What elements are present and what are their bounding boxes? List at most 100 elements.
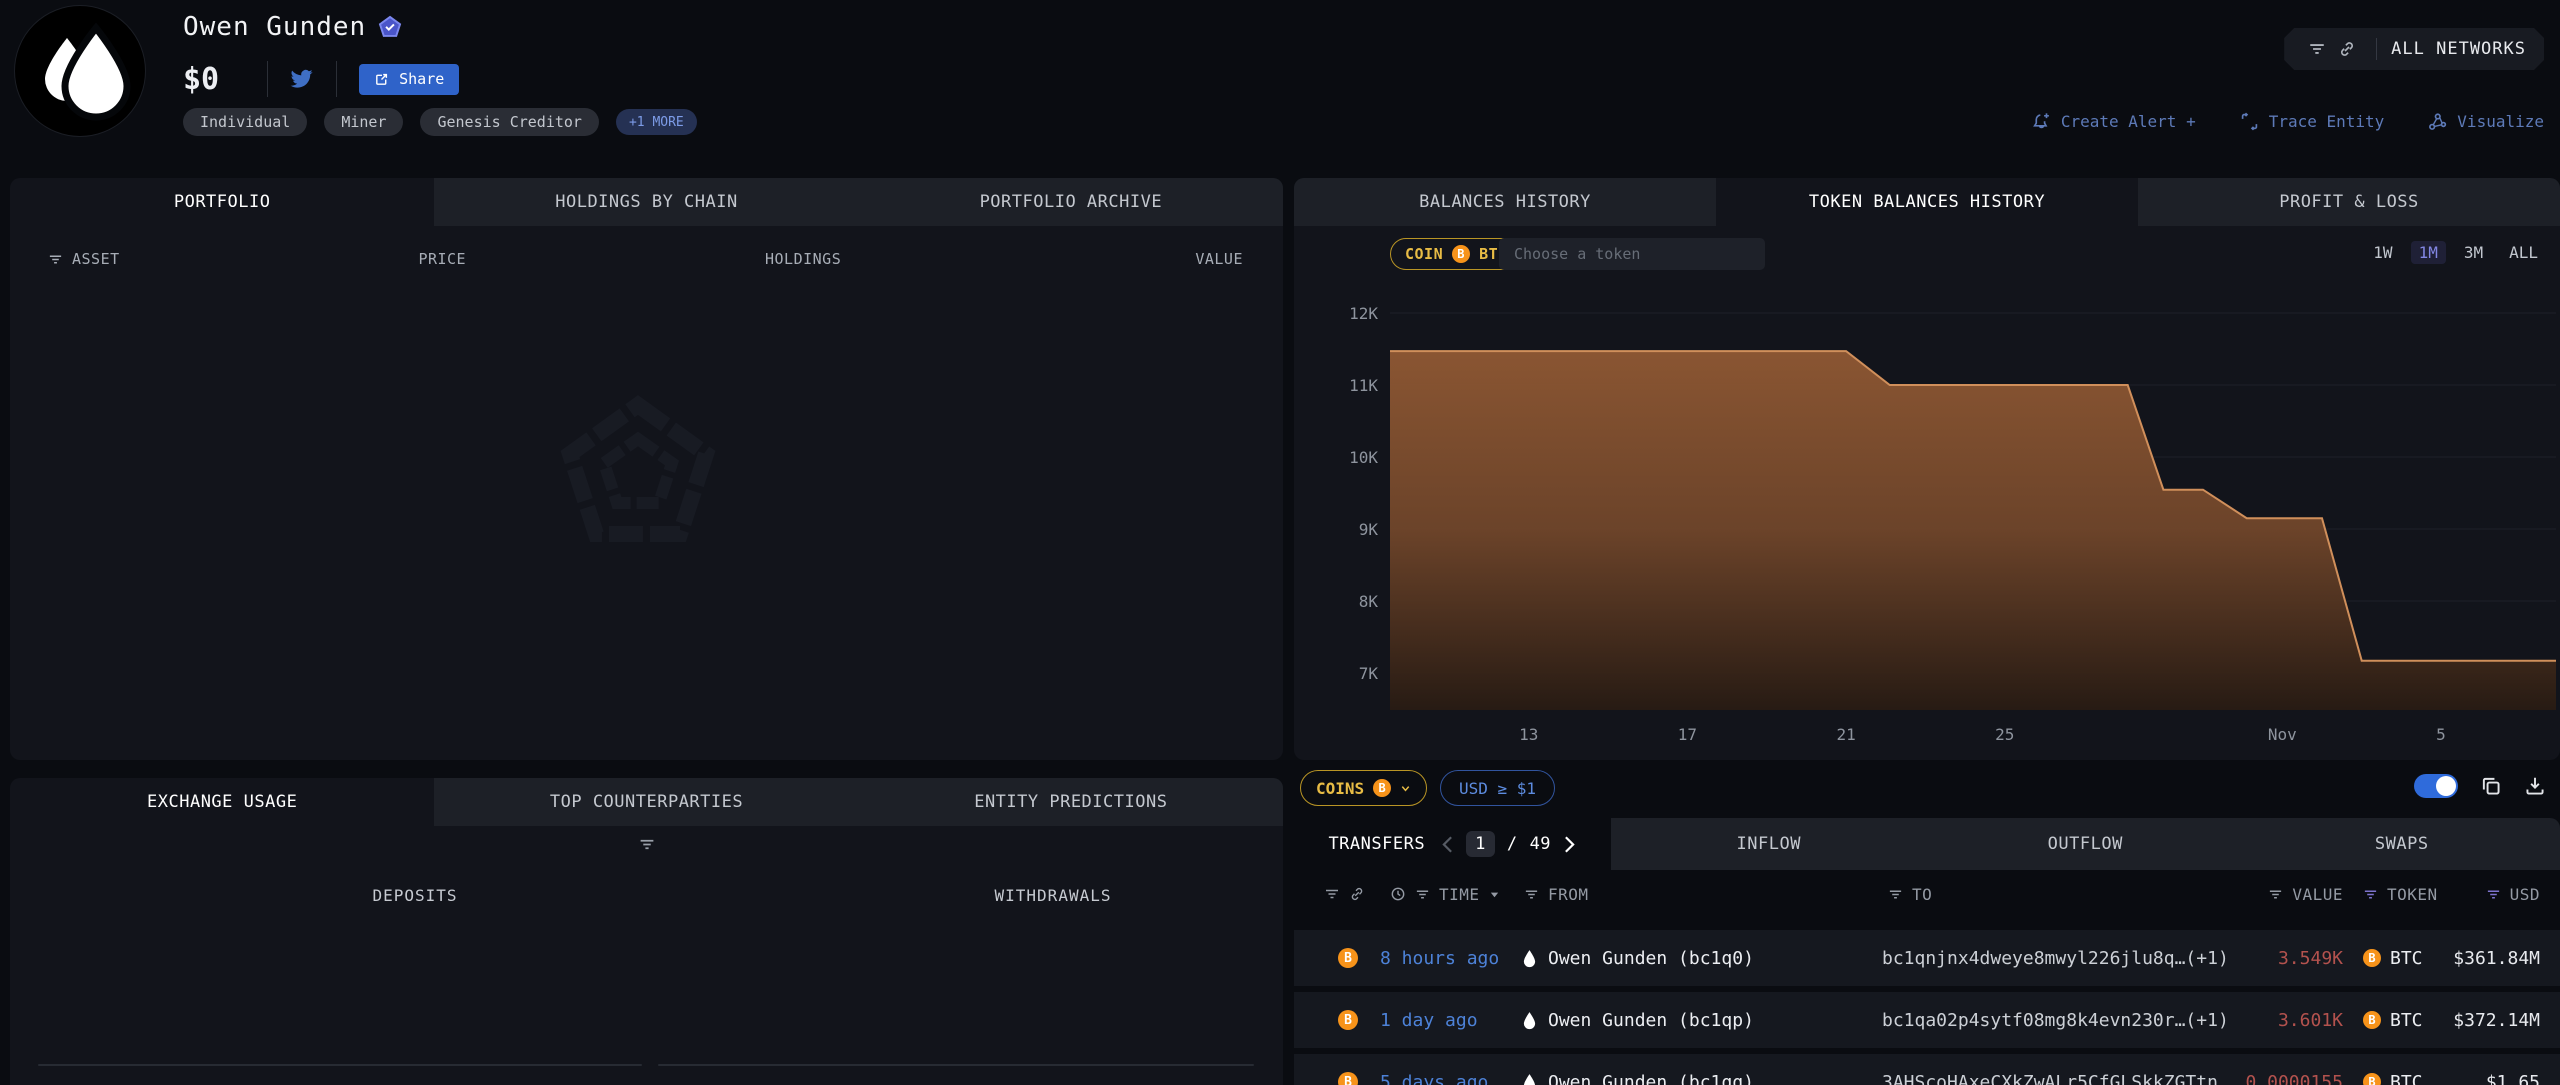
- tab-label: TRANSFERS: [1328, 834, 1425, 854]
- tab-token-balances-history[interactable]: TOKEN BALANCES HISTORY: [1716, 178, 2138, 226]
- range-all[interactable]: ALL: [2501, 241, 2546, 264]
- column-label: VALUE: [2292, 885, 2343, 904]
- tab-profit-loss[interactable]: PROFIT & LOSS: [2138, 178, 2560, 226]
- page-current: 1: [1466, 831, 1495, 857]
- transfer-from[interactable]: Owen Gunden (bc1q0): [1514, 948, 1882, 969]
- tab-label: EXCHANGE USAGE: [147, 792, 297, 812]
- tab-exchange-usage[interactable]: EXCHANGE USAGE: [10, 778, 434, 826]
- from-label: Owen Gunden (bc1qq): [1548, 1072, 1754, 1085]
- tab-swaps[interactable]: SWAPS: [2244, 818, 2560, 870]
- range-1w[interactable]: 1W: [2365, 241, 2400, 264]
- caret-down-icon: [1489, 889, 1500, 900]
- svg-text:8K: 8K: [1359, 592, 1379, 611]
- share-button[interactable]: Share: [359, 64, 459, 95]
- tab-label: SWAPS: [2375, 834, 2429, 854]
- balance-history-chart[interactable]: 7K8K9K10K11K12K13172125Nov5: [1294, 282, 2560, 760]
- column-header-usd[interactable]: USD: [2434, 885, 2540, 904]
- tab-label: PORTFOLIO: [174, 192, 271, 212]
- transfer-time[interactable]: 8 hours ago: [1364, 948, 1514, 969]
- svg-text:21: 21: [1836, 725, 1855, 744]
- coins-filter-chip[interactable]: COINS B: [1300, 770, 1427, 806]
- tab-label: TOKEN BALANCES HISTORY: [1809, 192, 2045, 212]
- range-1m[interactable]: 1M: [2411, 241, 2446, 264]
- deposits-label: DEPOSITS: [372, 886, 457, 905]
- page-next-icon[interactable]: [1563, 836, 1576, 853]
- tab-portfolio-archive[interactable]: PORTFOLIO ARCHIVE: [859, 178, 1283, 226]
- token-search-input[interactable]: [1499, 238, 1765, 270]
- more-tags-button[interactable]: +1 MORE: [616, 109, 697, 135]
- usd-toggle[interactable]: [2414, 774, 2458, 798]
- visualize-button[interactable]: Visualize: [2428, 112, 2544, 131]
- download-icon[interactable]: [2524, 775, 2546, 797]
- exchange-usage-panel: EXCHANGE USAGE TOP COUNTERPARTIES ENTITY…: [10, 778, 1283, 1085]
- tab-entity-predictions[interactable]: ENTITY PREDICTIONS: [859, 778, 1283, 826]
- create-alert-button[interactable]: Create Alert +: [2032, 112, 2196, 131]
- tab-label: PROFIT & LOSS: [2279, 192, 2419, 212]
- column-header-from[interactable]: FROM: [1514, 885, 1882, 904]
- tab-outflow[interactable]: OUTFLOW: [1927, 818, 2244, 870]
- bell-plus-icon: [2032, 112, 2051, 131]
- filter-icon[interactable]: [638, 836, 655, 853]
- filter-icon[interactable]: [2308, 40, 2326, 58]
- trace-icon: [2240, 112, 2259, 131]
- link-icon[interactable]: [2338, 40, 2356, 58]
- column-header-holdings[interactable]: HOLDINGS: [765, 250, 1124, 268]
- transfer-row[interactable]: B 1 day ago Owen Gunden (bc1qp) bc1qa02p…: [1294, 992, 2560, 1048]
- copy-icon[interactable]: [2480, 775, 2502, 797]
- range-3m[interactable]: 3M: [2456, 241, 2491, 264]
- column-header-time[interactable]: TIME: [1364, 885, 1514, 904]
- transfer-from[interactable]: Owen Gunden (bc1qp): [1514, 1010, 1882, 1031]
- column-header-value[interactable]: VALUE: [1123, 250, 1243, 268]
- tab-label: BALANCES HISTORY: [1419, 192, 1591, 212]
- page-prev-icon[interactable]: [1441, 836, 1454, 853]
- tab-balances-history[interactable]: BALANCES HISTORY: [1294, 178, 1716, 226]
- tag-genesis-creditor[interactable]: Genesis Creditor: [420, 108, 599, 136]
- column-header-token[interactable]: TOKEN: [2343, 885, 2434, 904]
- link-icon[interactable]: [1349, 886, 1365, 902]
- tab-label: ENTITY PREDICTIONS: [974, 792, 1167, 812]
- transfer-value: 0.0000155: [2230, 1072, 2343, 1085]
- column-header-to[interactable]: TO: [1882, 885, 2230, 904]
- column-label: TOKEN: [2387, 885, 2438, 904]
- divider: [267, 61, 268, 97]
- network-selector[interactable]: ALL NETWORKS: [2284, 28, 2544, 70]
- transfer-row[interactable]: B 8 hours ago Owen Gunden (bc1q0) bc1qnj…: [1294, 930, 2560, 986]
- bitcoin-icon: B: [2363, 1073, 2381, 1085]
- transfer-token: B BTC: [2343, 948, 2434, 969]
- column-header-price[interactable]: PRICE: [418, 250, 765, 268]
- transfers-table: TIME FROM TO VALUE TOKEN USD B 8 hours a…: [1294, 878, 2560, 1085]
- filter-icon[interactable]: [1324, 886, 1340, 902]
- bitcoin-icon: B: [1338, 1010, 1358, 1030]
- token-label: BTC: [2390, 1010, 2423, 1031]
- trace-entity-button[interactable]: Trace Entity: [2240, 112, 2385, 131]
- tab-transfers[interactable]: TRANSFERS 1 / 49: [1294, 818, 1611, 870]
- filter-icon: [1415, 887, 1430, 902]
- filter-icon: [1888, 887, 1903, 902]
- column-header-asset[interactable]: ASSET: [48, 250, 418, 268]
- transfer-to[interactable]: bc1qnjnx4dweye8mwyl226jlu8q…(+1): [1882, 948, 2230, 969]
- bitcoin-icon: B: [1452, 245, 1470, 263]
- page-total: 49: [1530, 834, 1551, 854]
- tab-holdings-by-chain[interactable]: HOLDINGS BY CHAIN: [434, 178, 858, 226]
- tab-label: HOLDINGS BY CHAIN: [555, 192, 738, 212]
- page-title: Owen Gunden: [183, 12, 366, 42]
- tab-top-counterparties[interactable]: TOP COUNTERPARTIES: [434, 778, 858, 826]
- usd-filter-chip[interactable]: USD ≥ $1: [1440, 770, 1555, 806]
- transfer-time[interactable]: 5 days ago: [1364, 1072, 1514, 1085]
- svg-text:5: 5: [2436, 725, 2446, 744]
- tag-individual[interactable]: Individual: [183, 108, 307, 136]
- column-label: HOLDINGS: [765, 250, 841, 268]
- transfer-value: 3.549K: [2230, 948, 2343, 969]
- transfer-row[interactable]: B 5 days ago Owen Gunden (bc1qq) 3AHScoH…: [1294, 1054, 2560, 1085]
- transfer-from[interactable]: Owen Gunden (bc1qq): [1514, 1072, 1882, 1085]
- transfer-time[interactable]: 1 day ago: [1364, 1010, 1514, 1031]
- tab-portfolio[interactable]: PORTFOLIO: [10, 178, 434, 226]
- external-link-icon: [374, 72, 389, 87]
- tab-inflow[interactable]: INFLOW: [1611, 818, 1928, 870]
- column-header-value[interactable]: VALUE: [2230, 885, 2343, 904]
- transfer-to[interactable]: bc1qa02p4sytf08mg8k4evn230r…(+1): [1882, 1010, 2230, 1031]
- tag-miner[interactable]: Miner: [324, 108, 403, 136]
- transfer-to[interactable]: 3AHScoHAxeCXkZwALr5CfGLSkkZGTtn…: [1882, 1072, 2230, 1085]
- clock-icon: [1390, 886, 1406, 902]
- twitter-icon[interactable]: [290, 67, 314, 91]
